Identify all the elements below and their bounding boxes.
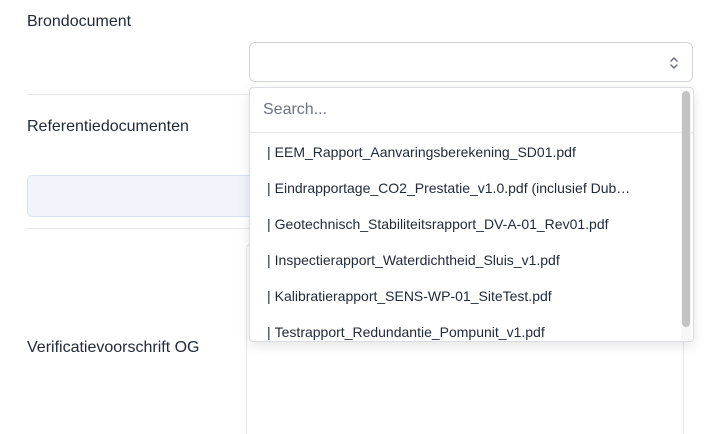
dropdown-search — [250, 88, 693, 133]
referentiedocumenten-field[interactable] — [27, 175, 267, 217]
referentiedocumenten-label: Referentiedocumenten — [27, 118, 189, 135]
option-list: | EEM_Rapport_Aanvaringsberekening_SD01.p… — [250, 134, 680, 341]
brondocument-label: Brondocument — [27, 13, 132, 30]
option-label: Geotechnisch_Stabiliteitsrapport_DV-A-01… — [274, 216, 609, 232]
option-prefix: | — [267, 324, 271, 340]
search-input[interactable] — [250, 88, 680, 132]
option-label: Testrapport_Redundantie_Pompunit_v1.pdf — [274, 324, 545, 340]
option-prefix: | — [267, 180, 271, 196]
dropdown-scrollbar[interactable] — [681, 90, 691, 340]
option-item[interactable]: | Kalibratierapport_SENS-WP-01_SiteTest.p… — [250, 278, 645, 314]
option-item[interactable]: | Geotechnisch_Stabiliteitsrapport_DV-A-0… — [250, 206, 645, 242]
option-prefix: | — [267, 216, 271, 232]
option-label: EEM_Rapport_Aanvaringsberekening_SD01.pd… — [274, 144, 576, 160]
scrollbar-thumb[interactable] — [682, 91, 690, 327]
option-item[interactable]: | Testrapport_Redundantie_Pompunit_v1.pdf — [250, 314, 645, 341]
option-label: Eindrapportage_CO2_Prestatie_v1.0.pdf (i… — [274, 180, 631, 196]
option-label: Inspectierapport_Waterdichtheid_Sluis_v1… — [274, 252, 560, 268]
option-item[interactable]: | EEM_Rapport_Aanvaringsberekening_SD01.p… — [250, 134, 645, 170]
brondocument-select[interactable] — [249, 42, 693, 82]
option-label: Kalibratierapport_SENS-WP-01_SiteTest.pd… — [274, 288, 552, 304]
option-item[interactable]: | Eindrapportage_CO2_Prestatie_v1.0.pdf (… — [250, 170, 645, 206]
verificatievoorschrift-label: Verificatievoorschrift OG — [27, 339, 200, 356]
option-prefix: | — [267, 288, 271, 304]
option-prefix: | — [267, 252, 271, 268]
brondocument-dropdown: |EEM_Rapport_Aanvaringsberekening_SD01.p… — [249, 87, 694, 342]
chevron-up-down-icon — [670, 57, 678, 69]
option-item[interactable]: | Inspectierapport_Waterdichtheid_Sluis_v… — [250, 242, 645, 278]
option-prefix: | — [267, 144, 271, 160]
